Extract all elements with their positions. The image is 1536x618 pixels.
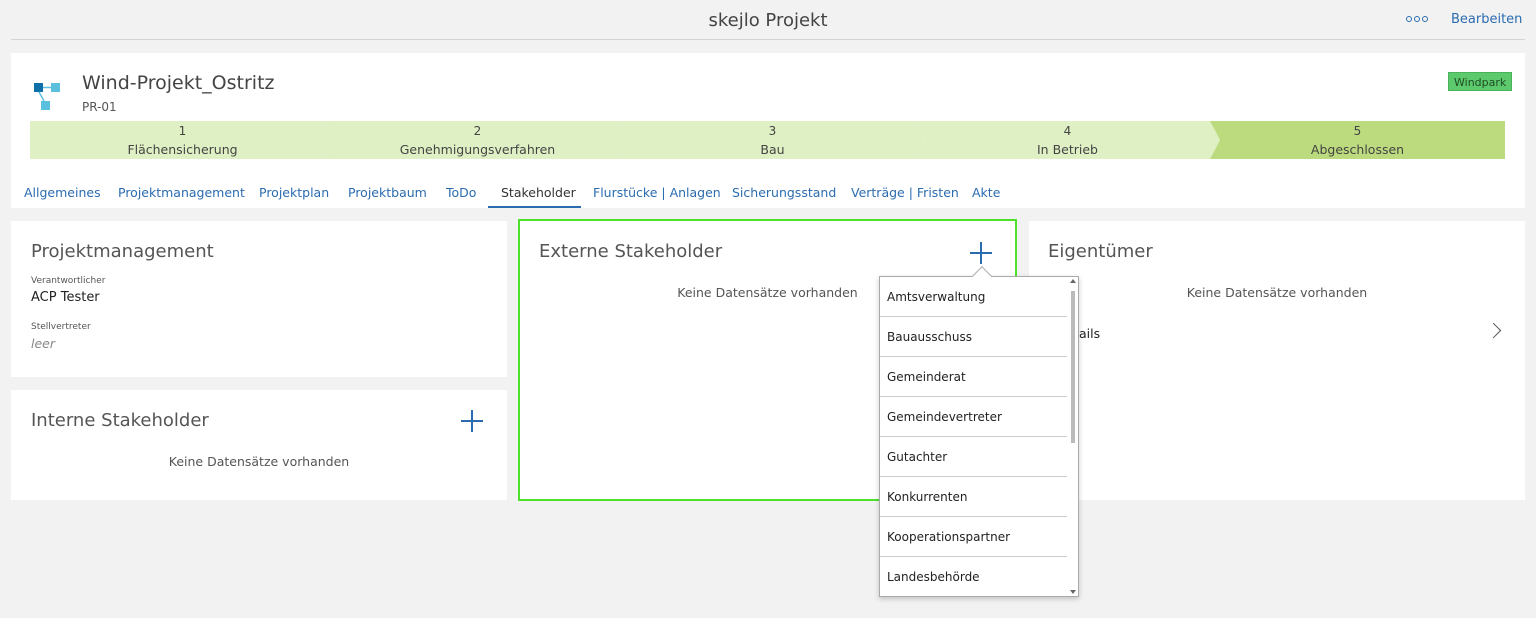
stage-2[interactable]: 2 Genehmigungsverfahren	[325, 121, 630, 159]
project-type-badge: Windpark	[1448, 72, 1513, 91]
stage-number: 5	[1353, 124, 1362, 138]
stage-label: Abgeschlossen	[1310, 142, 1405, 157]
stage-1[interactable]: 1 Flächensicherung	[30, 121, 335, 159]
responsible-value: ACP Tester	[31, 290, 100, 305]
stage-label: Flächensicherung	[127, 142, 238, 157]
stage-label: Bau	[760, 142, 785, 157]
tab-bar: Allgemeines Projektmanagement Projektpla…	[11, 177, 1525, 208]
dropdown-item[interactable]: Amtsverwaltung	[880, 277, 1067, 317]
tab-todo[interactable]: ToDo	[446, 185, 476, 200]
item-label: Kooperationspartner	[887, 530, 1011, 544]
top-bar: skejlo Projekt Bearbeiten	[11, 0, 1525, 40]
tab-projektmanagement[interactable]: Projektmanagement	[118, 185, 245, 200]
scroll-down-icon[interactable]	[1070, 590, 1076, 594]
eigentuemer-card: Eigentümer Keine Datensätze vorhanden ai…	[1029, 221, 1525, 500]
project-name: Wind-Projekt_Ostritz	[82, 72, 275, 94]
stage-label: In Betrieb	[1037, 142, 1098, 157]
dropdown-item[interactable]: Gemeinderat	[880, 357, 1067, 397]
stage-number: 3	[768, 124, 777, 138]
stage-number: 2	[473, 124, 482, 138]
scroll-up-icon[interactable]	[1070, 279, 1076, 283]
stage-4[interactable]: 4 In Betrieb	[915, 121, 1220, 159]
tab-projektplan[interactable]: Projektplan	[259, 185, 329, 200]
hierarchy-icon	[34, 83, 60, 110]
details-link[interactable]: ails	[1079, 326, 1100, 341]
card-title: Interne Stakeholder	[31, 410, 209, 431]
tab-flurstuecke[interactable]: Flurstücke | Anlagen	[593, 185, 721, 200]
project-header: Wind-Projekt_Ostritz PR-01 Windpark 1 Fl…	[11, 53, 1525, 208]
tab-allgemeines[interactable]: Allgemeines	[24, 185, 101, 200]
dropdown-item[interactable]: Gutachter	[880, 437, 1067, 477]
stage-progress: 1 Flächensicherung 2 Genehmigungsverfahr…	[30, 121, 1505, 159]
dot-icon	[1406, 16, 1412, 22]
dot-icon	[1422, 16, 1428, 22]
stage-number: 1	[178, 124, 187, 138]
tab-stakeholder[interactable]: Stakeholder	[501, 185, 576, 200]
dropdown-item[interactable]: Konkurrenten	[880, 477, 1067, 517]
card-title: Externe Stakeholder	[539, 241, 723, 262]
dropdown-item[interactable]: Landesbehörde	[880, 557, 1067, 596]
dropdown-list: Amtsverwaltung Bauausschuss Gemeinderat …	[880, 277, 1067, 596]
item-label: Gemeindevertreter	[887, 410, 1002, 424]
card-title: Eigentümer	[1048, 241, 1153, 262]
dropdown-item[interactable]: Gemeindevertreter	[880, 397, 1067, 437]
item-label: Gemeinderat	[887, 370, 966, 384]
tab-akte[interactable]: Akte	[972, 185, 1000, 200]
add-interne-stakeholder-icon[interactable]	[461, 410, 483, 432]
dot-icon	[1414, 16, 1420, 22]
dropdown-item[interactable]: Kooperationspartner	[880, 517, 1067, 557]
app-title: skejlo Projekt	[708, 10, 828, 31]
card-title: Projektmanagement	[31, 241, 214, 262]
empty-message: Keine Datensätze vorhanden	[168, 454, 350, 469]
project-id: PR-01	[82, 100, 117, 114]
item-label: Gutachter	[887, 450, 948, 464]
tab-vertraege[interactable]: Verträge | Fristen	[851, 185, 959, 200]
stage-3[interactable]: 3 Bau	[620, 121, 925, 159]
more-options-icon[interactable]	[1406, 14, 1428, 24]
projektmanagement-card: Projektmanagement Verantwortlicher ACP T…	[11, 221, 507, 377]
edit-button[interactable]: Bearbeiten	[1451, 12, 1522, 27]
stakeholder-type-dropdown: Amtsverwaltung Bauausschuss Gemeinderat …	[879, 266, 1079, 597]
item-label: Konkurrenten	[887, 490, 968, 504]
stage-5[interactable]: 5 Abgeschlossen	[1210, 121, 1505, 159]
add-externe-stakeholder-icon[interactable]	[970, 242, 992, 264]
empty-message: Keine Datensätze vorhanden	[1186, 285, 1368, 300]
dropdown-scrollbar[interactable]	[1069, 277, 1078, 596]
dropdown-item[interactable]: Bauausschuss	[880, 317, 1067, 357]
deputy-label: Stellvertreter	[31, 322, 91, 332]
tab-sicherungsstand[interactable]: Sicherungsstand	[732, 185, 836, 200]
tab-projektbaum[interactable]: Projektbaum	[348, 185, 427, 200]
item-label: Amtsverwaltung	[887, 290, 986, 304]
deputy-value: leer	[31, 336, 55, 351]
item-label: Landesbehörde	[887, 570, 980, 584]
active-tab-indicator	[488, 206, 581, 208]
item-label: Bauausschuss	[887, 330, 972, 344]
stage-number: 4	[1063, 124, 1072, 138]
responsible-label: Verantwortlicher	[31, 276, 106, 286]
stage-label: Genehmigungsverfahren	[399, 142, 556, 157]
interne-stakeholder-card: Interne Stakeholder Keine Datensätze vor…	[11, 390, 507, 500]
scroll-thumb[interactable]	[1071, 291, 1075, 443]
